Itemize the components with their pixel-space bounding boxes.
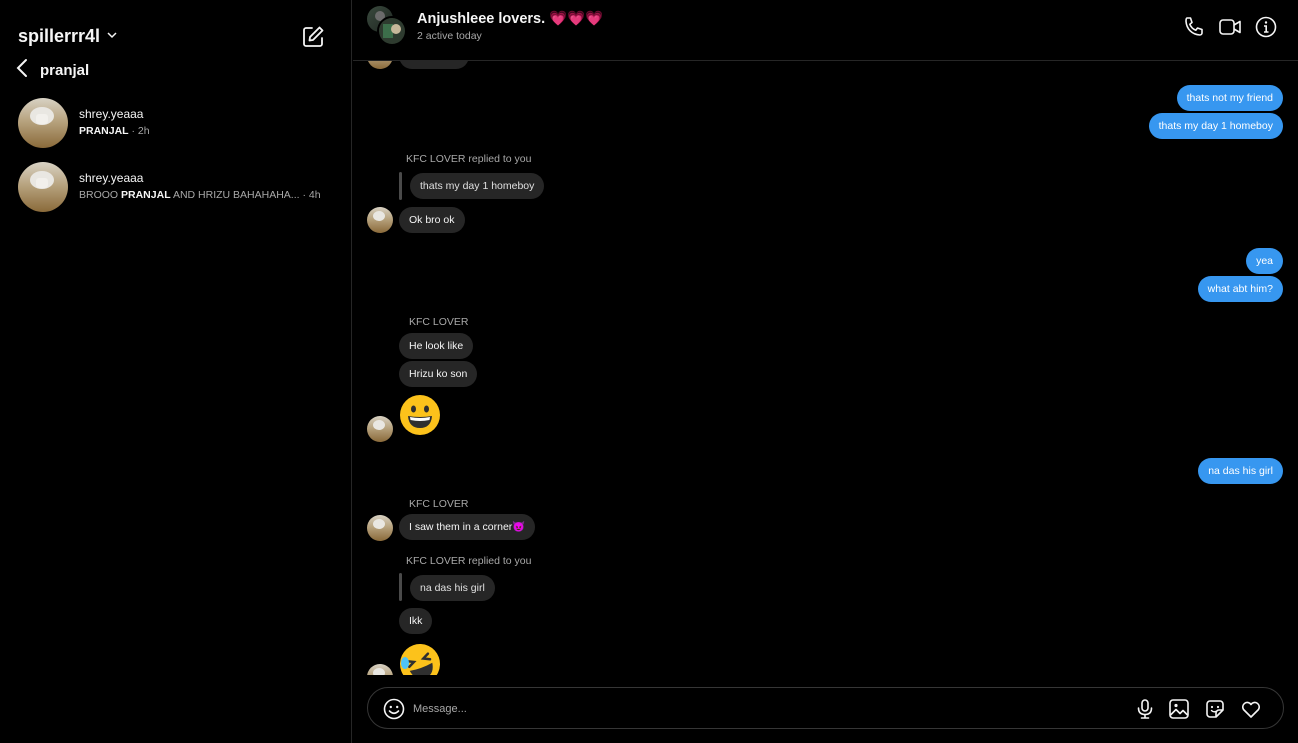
reply-caption: KFC LOVER replied to you — [406, 153, 532, 165]
image-icon[interactable] — [1167, 697, 1191, 721]
message-bubble[interactable]: what abt him? — [1197, 276, 1283, 302]
thread-preview: PRANJAL · 2h — [79, 125, 150, 137]
message-input[interactable] — [413, 696, 1113, 722]
sender-avatar[interactable] — [367, 61, 393, 69]
thread-name: shrey.yeaaa — [79, 171, 144, 185]
thread-name: shrey.yeaaa — [79, 107, 144, 121]
app: spillerrr4l pranjal shrey.yeaaa PRANJAL … — [0, 0, 1298, 743]
phone-icon[interactable] — [1181, 14, 1207, 40]
message-bubble[interactable]: Ok bro ok — [399, 207, 465, 233]
info-icon[interactable] — [1253, 14, 1279, 40]
avatar — [18, 162, 68, 212]
message-bubble[interactable]: na das his girl — [1198, 458, 1283, 484]
message-bubble[interactable]: thats not my friend — [1176, 85, 1283, 111]
message-bubble[interactable] — [399, 61, 469, 69]
video-icon[interactable] — [1217, 14, 1243, 40]
rolling-laughing-emoji-message[interactable] — [399, 643, 441, 675]
quoted-message[interactable]: thats my day 1 homeboy — [410, 173, 545, 199]
sender-avatar[interactable] — [367, 664, 393, 675]
message-bubble[interactable]: yea — [1246, 248, 1283, 274]
reply-caption: KFC LOVER replied to you — [406, 555, 532, 567]
message-composer — [367, 687, 1284, 729]
sender-avatar[interactable] — [367, 207, 393, 233]
message-list[interactable]: thats not my friend thats my day 1 homeb… — [353, 61, 1298, 675]
reply-bar — [399, 573, 402, 601]
message-bubble[interactable]: Hrizu ko son — [399, 361, 478, 387]
back-title: pranjal — [40, 62, 90, 79]
grinning-emoji-message[interactable] — [399, 394, 441, 436]
message-bubble[interactable]: Ikk — [399, 608, 433, 634]
thread-preview: BROOO PRANJAL AND HRIZU BAHAHAHA... · 4h — [79, 189, 321, 201]
group-avatar[interactable] — [377, 16, 407, 46]
account-name: spillerrr4l — [18, 26, 101, 46]
chevron-down-icon — [106, 28, 118, 46]
reply-bar — [399, 172, 402, 200]
avatar — [18, 98, 68, 148]
sticker-icon[interactable] — [1203, 697, 1227, 721]
sender-name: KFC LOVER — [409, 316, 469, 328]
sender-avatar[interactable] — [367, 416, 393, 442]
sender-avatar[interactable] — [367, 515, 393, 541]
quoted-message[interactable]: na das his girl — [410, 575, 495, 601]
active-status: 2 active today — [417, 30, 482, 42]
heart-icon[interactable] — [1239, 697, 1263, 721]
smiley-icon[interactable] — [382, 697, 406, 721]
back-button[interactable]: pranjal — [14, 57, 89, 84]
microphone-icon[interactable] — [1133, 697, 1157, 721]
thread-item[interactable]: shrey.yeaaa BROOO PRANJAL AND HRIZU BAHA… — [0, 162, 352, 226]
chevron-left-icon — [14, 57, 32, 84]
chat-header: Anjushleee lovers. 💗💗💗 2 active today — [353, 0, 1298, 61]
message-bubble[interactable]: I saw them in a corner😈 — [399, 514, 536, 540]
thread-item[interactable]: shrey.yeaaa PRANJAL · 2h — [0, 98, 352, 162]
message-bubble[interactable]: He look like — [399, 333, 474, 359]
new-message-icon[interactable] — [300, 24, 326, 50]
message-bubble[interactable]: thats my day 1 homeboy — [1148, 113, 1283, 139]
account-switcher[interactable]: spillerrr4l — [18, 26, 118, 47]
chat-title[interactable]: Anjushleee lovers. 💗💗💗 — [417, 10, 603, 27]
sidebar: spillerrr4l pranjal shrey.yeaaa PRANJAL … — [0, 0, 352, 743]
sender-name: KFC LOVER — [409, 498, 469, 510]
